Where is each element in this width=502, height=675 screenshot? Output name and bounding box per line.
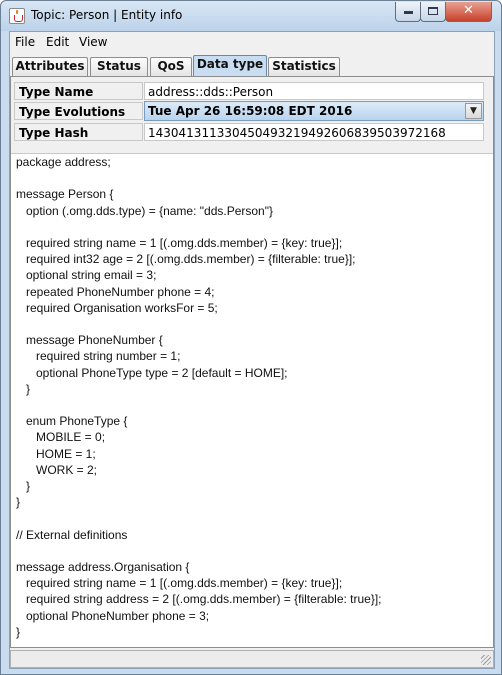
entity-info-window: Topic: Person | Entity info ✕ File Edit … [0, 0, 502, 675]
menu-view-label: View [79, 35, 108, 49]
maximize-icon [428, 7, 438, 15]
type-name-value: address::dds::Person [144, 82, 484, 100]
tab-attributes-label: Attributes [15, 59, 85, 73]
tab-qos[interactable]: QoS [150, 57, 192, 76]
menu-file[interactable]: File [15, 35, 35, 49]
tab-strip: Attributes Status QoS Data type Statisti… [10, 55, 494, 76]
type-hash-label: Type Hash [14, 123, 143, 141]
tab-data-type-label: Data type [196, 57, 264, 71]
tab-statistics-label: Statistics [272, 59, 336, 73]
title-bar[interactable]: Topic: Person | Entity info ✕ [1, 1, 501, 31]
minimize-button[interactable] [395, 2, 421, 22]
status-bar [10, 650, 494, 668]
type-evolutions-label: Type Evolutions [14, 102, 143, 120]
menu-edit-label: Edit [46, 35, 70, 49]
type-hash-value: 143041311330450493219492606839503972168 [144, 123, 484, 141]
type-evolutions-dropdown[interactable]: Tue Apr 26 16:59:08 EDT 2016 ▼ [144, 101, 484, 121]
menu-bar: File Edit View [10, 32, 494, 53]
java-cup-icon [9, 8, 25, 24]
type-name-label: Type Name [14, 82, 143, 100]
tab-status[interactable]: Status [90, 57, 148, 76]
tab-status-label: Status [97, 59, 141, 73]
tab-attributes[interactable]: Attributes [12, 57, 88, 76]
tab-qos-label: QoS [157, 59, 185, 73]
type-definition-code: package address; message Person { option… [16, 155, 382, 639]
tab-statistics[interactable]: Statistics [268, 57, 340, 76]
window-content: File Edit View Attributes Status QoS Dat… [9, 31, 495, 669]
type-definition-text[interactable]: package address; message Person { option… [11, 153, 493, 647]
maximize-button[interactable] [420, 2, 446, 22]
close-icon: ✕ [463, 3, 474, 18]
resize-grip-icon[interactable] [481, 655, 491, 665]
menu-file-label: File [15, 35, 36, 49]
window-title: Topic: Person | Entity info [31, 8, 183, 22]
menu-view[interactable]: View [79, 35, 107, 49]
close-button[interactable]: ✕ [445, 2, 492, 22]
tab-data-type[interactable]: Data type [193, 55, 267, 76]
minimize-icon [403, 11, 413, 14]
type-evolutions-value: Tue Apr 26 16:59:08 EDT 2016 [148, 104, 353, 118]
chevron-down-icon[interactable]: ▼ [465, 103, 482, 119]
data-type-panel: Type Name address::dds::Person Type Evol… [10, 76, 494, 648]
menu-edit[interactable]: Edit [46, 35, 69, 49]
